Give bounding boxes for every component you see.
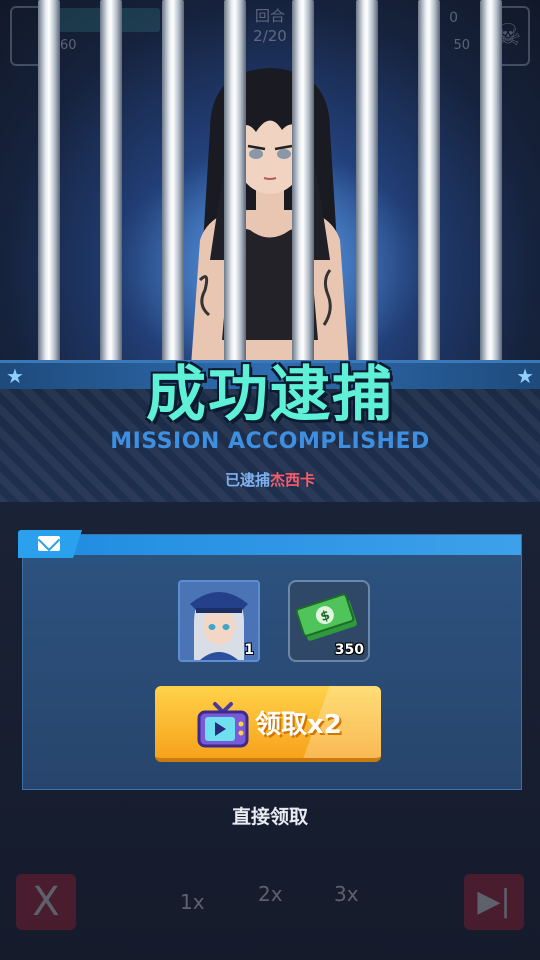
arrest-target-name: 杰西卡 xyxy=(270,471,316,489)
arrest-info: 已逮捕杰西卡 xyxy=(0,469,540,490)
speed-1x-button: 1x xyxy=(180,890,205,914)
speed-2x-button: 2x xyxy=(258,882,283,906)
close-game-button: X xyxy=(16,874,76,930)
prison-bar xyxy=(38,0,60,362)
prison-bar xyxy=(418,0,440,362)
captured-girl-illustration xyxy=(190,68,350,380)
result-banner: ★ ★ 成功逮捕 MISSION ACCOMPLISHED 已逮捕杰西卡 xyxy=(0,360,540,507)
prison-scene: 34 60 回合 2/20 0 50 ☠ xyxy=(0,0,540,380)
prison-bar xyxy=(356,0,378,362)
prison-bar xyxy=(224,0,246,362)
claim-direct-button[interactable]: 直接领取 xyxy=(0,802,540,829)
reward-panel-header xyxy=(23,535,521,555)
reward-item-character[interactable]: 1 xyxy=(178,580,260,662)
prison-bar xyxy=(480,0,502,362)
mail-icon xyxy=(38,536,60,551)
prison-bar xyxy=(100,0,122,362)
faded-game-controls: X 1x 2x 3x ▶| xyxy=(0,868,540,938)
banner-title: 成功逮捕 xyxy=(146,360,394,430)
right-score: 0 xyxy=(449,10,458,26)
prison-bar xyxy=(162,0,184,362)
reward-count: 350 xyxy=(334,642,364,658)
speed-3x-button: 3x xyxy=(334,882,359,906)
reward-item-cash[interactable]: $ 350 xyxy=(288,580,370,662)
round-label: 回合 xyxy=(254,7,285,25)
right-hp: 50 xyxy=(453,38,470,53)
skip-button: ▶| xyxy=(464,874,524,930)
prison-bar xyxy=(292,0,314,362)
claim-double-label: 领取x2 xyxy=(255,710,342,740)
banner-subtitle-english: MISSION ACCOMPLISHED xyxy=(110,429,430,454)
claim-double-button[interactable]: 领取x2 xyxy=(155,686,381,762)
tv-ad-icon xyxy=(197,702,249,748)
arrest-prefix: 已逮捕 xyxy=(224,471,270,489)
reward-count: 1 xyxy=(244,642,254,658)
